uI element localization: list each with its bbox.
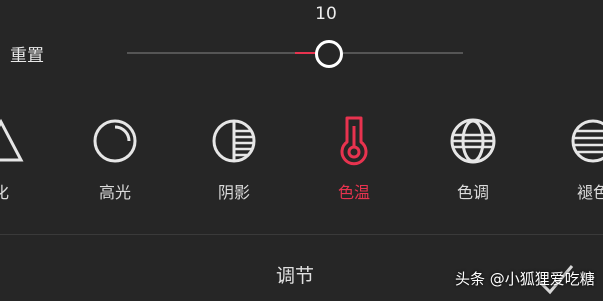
triangle-icon <box>0 118 24 162</box>
tool-sharpen[interactable]: 化 <box>0 112 46 203</box>
tool-label: 色温 <box>337 183 370 202</box>
tool-highlight[interactable]: 高光 <box>70 112 160 203</box>
tool-label: 色调 <box>456 183 489 202</box>
fade-circle-icon <box>571 119 603 163</box>
adjust-slider[interactable] <box>127 40 463 68</box>
slider-thumb[interactable] <box>314 40 343 68</box>
watermark: 头条 @小狐狸爱吃糖 <box>455 270 595 288</box>
tool-label: 化 <box>0 183 9 202</box>
panel-title: 调节 <box>276 265 315 287</box>
shadow-half-circle-icon <box>212 119 256 163</box>
reset-button[interactable]: 重置 <box>10 41 44 66</box>
tool-label: 褪色 <box>576 183 603 202</box>
thermometer-icon <box>340 116 368 166</box>
tool-label: 高光 <box>98 183 131 202</box>
slider-value: 10 <box>315 4 337 24</box>
tool-fade[interactable]: 褪色 <box>548 112 603 203</box>
highlight-circle-icon <box>93 119 137 163</box>
tint-circle-icon <box>450 118 496 164</box>
tool-temperature[interactable]: 色温 <box>309 112 399 203</box>
tool-tint[interactable]: 色调 <box>428 112 518 203</box>
tool-shadow[interactable]: 阴影 <box>189 112 279 203</box>
divider <box>0 234 603 235</box>
tool-label: 阴影 <box>217 183 250 202</box>
